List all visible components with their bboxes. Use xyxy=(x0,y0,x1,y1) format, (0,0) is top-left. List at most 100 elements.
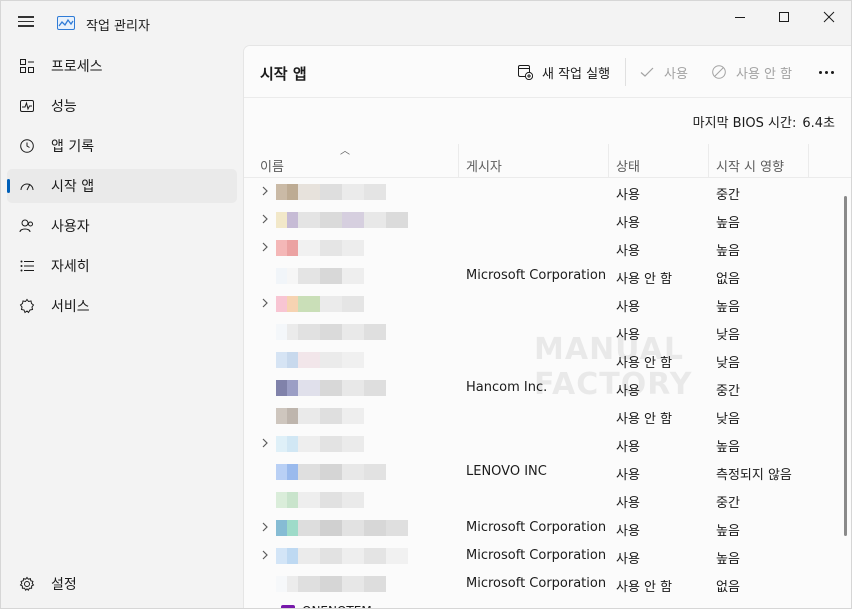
sidebar-item-startup-apps[interactable]: 시작 앱 xyxy=(7,169,237,203)
table-row[interactable]: ONENOTEM 사용 중간 xyxy=(244,598,840,608)
hamburger-menu-icon[interactable] xyxy=(15,13,37,33)
table-row[interactable]: 사용 높음 xyxy=(244,430,840,458)
column-header-name[interactable]: ︿ 이름 xyxy=(244,144,459,178)
sidebar-item-label: 시작 앱 xyxy=(51,179,95,195)
blur-block xyxy=(386,548,408,564)
chevron-right-icon[interactable] xyxy=(260,240,272,256)
sidebar-item-app-history[interactable]: 앱 기록 xyxy=(7,129,237,163)
impact-cell: 높음 xyxy=(716,524,740,539)
blur-block xyxy=(276,492,287,508)
blur-block xyxy=(287,408,298,424)
table-row[interactable]: LENOVO INC 사용 측정되지 않음 xyxy=(244,458,840,486)
blur-block xyxy=(287,492,298,508)
chevron-right-icon[interactable] xyxy=(260,184,272,200)
minimize-icon xyxy=(735,17,745,18)
blur-block xyxy=(342,520,364,536)
disable-button[interactable]: 사용 안 함 xyxy=(710,60,792,84)
blur-block xyxy=(287,184,298,200)
impact-cell: 없음 xyxy=(716,272,740,287)
blur-block xyxy=(320,576,342,592)
blur-block xyxy=(320,184,342,200)
sidebar-item-label: 사용자 xyxy=(51,219,90,235)
bios-time-label: 마지막 BIOS 시간: xyxy=(692,116,797,131)
blur-block xyxy=(276,436,287,452)
blur-block xyxy=(342,436,364,452)
publisher-cell: Microsoft Corporation xyxy=(466,576,607,591)
blur-block xyxy=(298,212,320,228)
table-row[interactable]: Microsoft Corporation 사용 높음 xyxy=(244,514,840,542)
blur-block xyxy=(287,576,298,592)
more-options-button[interactable] xyxy=(814,62,838,82)
blur-block xyxy=(320,520,342,536)
blur-block xyxy=(276,520,287,536)
blur-block xyxy=(276,212,287,228)
blur-block xyxy=(342,464,364,480)
settings-label: 설정 xyxy=(51,577,77,593)
table-row[interactable]: 사용 중간 xyxy=(244,178,840,206)
table-row[interactable]: Microsoft Corporation 사용 높음 xyxy=(244,542,840,570)
sidebar-item-users[interactable]: 사용자 xyxy=(7,209,237,243)
sidebar-item-performance[interactable]: 성능 xyxy=(7,89,237,123)
status-cell: 사용 xyxy=(616,188,640,203)
chevron-right-icon[interactable] xyxy=(260,212,272,228)
column-header-publisher[interactable]: 게시자 xyxy=(459,144,609,178)
blur-block xyxy=(298,324,320,340)
app-history-icon xyxy=(18,137,36,155)
onenote-icon xyxy=(281,605,295,608)
blur-block xyxy=(276,380,287,396)
column-header-status[interactable]: 상태 xyxy=(609,144,709,178)
sidebar-item-settings[interactable]: 설정 xyxy=(7,567,237,601)
close-button[interactable] xyxy=(806,1,851,33)
chevron-right-icon[interactable] xyxy=(260,436,272,452)
blurred-app-name-icon xyxy=(276,268,364,284)
blur-block xyxy=(276,268,287,284)
table-row[interactable]: 사용 높음 xyxy=(244,290,840,318)
chevron-right-icon[interactable] xyxy=(260,296,272,312)
blur-block xyxy=(287,212,298,228)
close-icon xyxy=(823,11,835,23)
blur-block xyxy=(320,212,342,228)
blurred-app-name-icon xyxy=(276,212,408,228)
table-row[interactable]: Microsoft Corporation 사용 안 함 없음 xyxy=(244,570,840,598)
blur-block xyxy=(287,464,298,480)
blur-block xyxy=(298,352,320,368)
blur-block xyxy=(364,548,386,564)
table-row[interactable]: Microsoft Corporation 사용 안 함 없음 xyxy=(244,262,840,290)
blur-block xyxy=(386,520,408,536)
table-row[interactable]: 사용 중간 xyxy=(244,486,840,514)
maximize-button[interactable] xyxy=(761,1,807,33)
blurred-app-name-icon xyxy=(276,408,364,424)
task-manager-window: 작업 관리자 프로세스 성능 앱 기록 시작 앱 사용자 자세히 서비스 설정 … xyxy=(0,0,852,609)
blur-block xyxy=(287,296,298,312)
minimize-button[interactable] xyxy=(717,1,763,33)
sidebar-item-label: 프로세스 xyxy=(51,59,103,75)
sidebar-item-details[interactable]: 자세히 xyxy=(7,249,237,283)
status-cell: 사용 xyxy=(616,552,640,567)
details-icon xyxy=(18,257,36,275)
blur-block xyxy=(320,380,342,396)
sidebar-item-processes[interactable]: 프로세스 xyxy=(7,49,237,83)
chevron-right-icon[interactable] xyxy=(260,520,272,536)
blur-block xyxy=(298,240,320,256)
blur-block xyxy=(287,352,298,368)
run-new-task-label: 새 작업 실행 xyxy=(542,66,611,82)
blur-block xyxy=(287,520,298,536)
enable-button[interactable]: 사용 xyxy=(638,60,688,84)
table-row[interactable]: 사용 안 함 낮음 xyxy=(244,402,840,430)
blur-block xyxy=(386,212,408,228)
status-cell: 사용 xyxy=(616,496,640,511)
more-dot-icon xyxy=(824,70,828,74)
services-icon xyxy=(18,297,36,315)
blur-block xyxy=(342,296,364,312)
table-row[interactable]: 사용 높음 xyxy=(244,206,840,234)
sidebar-item-services[interactable]: 서비스 xyxy=(7,289,237,323)
table-row[interactable]: 사용 높음 xyxy=(244,234,840,262)
blur-block xyxy=(298,548,320,564)
blur-block xyxy=(364,324,386,340)
blur-block xyxy=(342,408,364,424)
bios-time-value: 6.4초 xyxy=(802,116,835,131)
run-new-task-button[interactable]: 새 작업 실행 xyxy=(516,60,610,84)
chevron-right-icon[interactable] xyxy=(260,548,272,564)
blur-block xyxy=(276,324,287,340)
column-header-impact[interactable]: 시작 시 영향 xyxy=(709,144,809,178)
